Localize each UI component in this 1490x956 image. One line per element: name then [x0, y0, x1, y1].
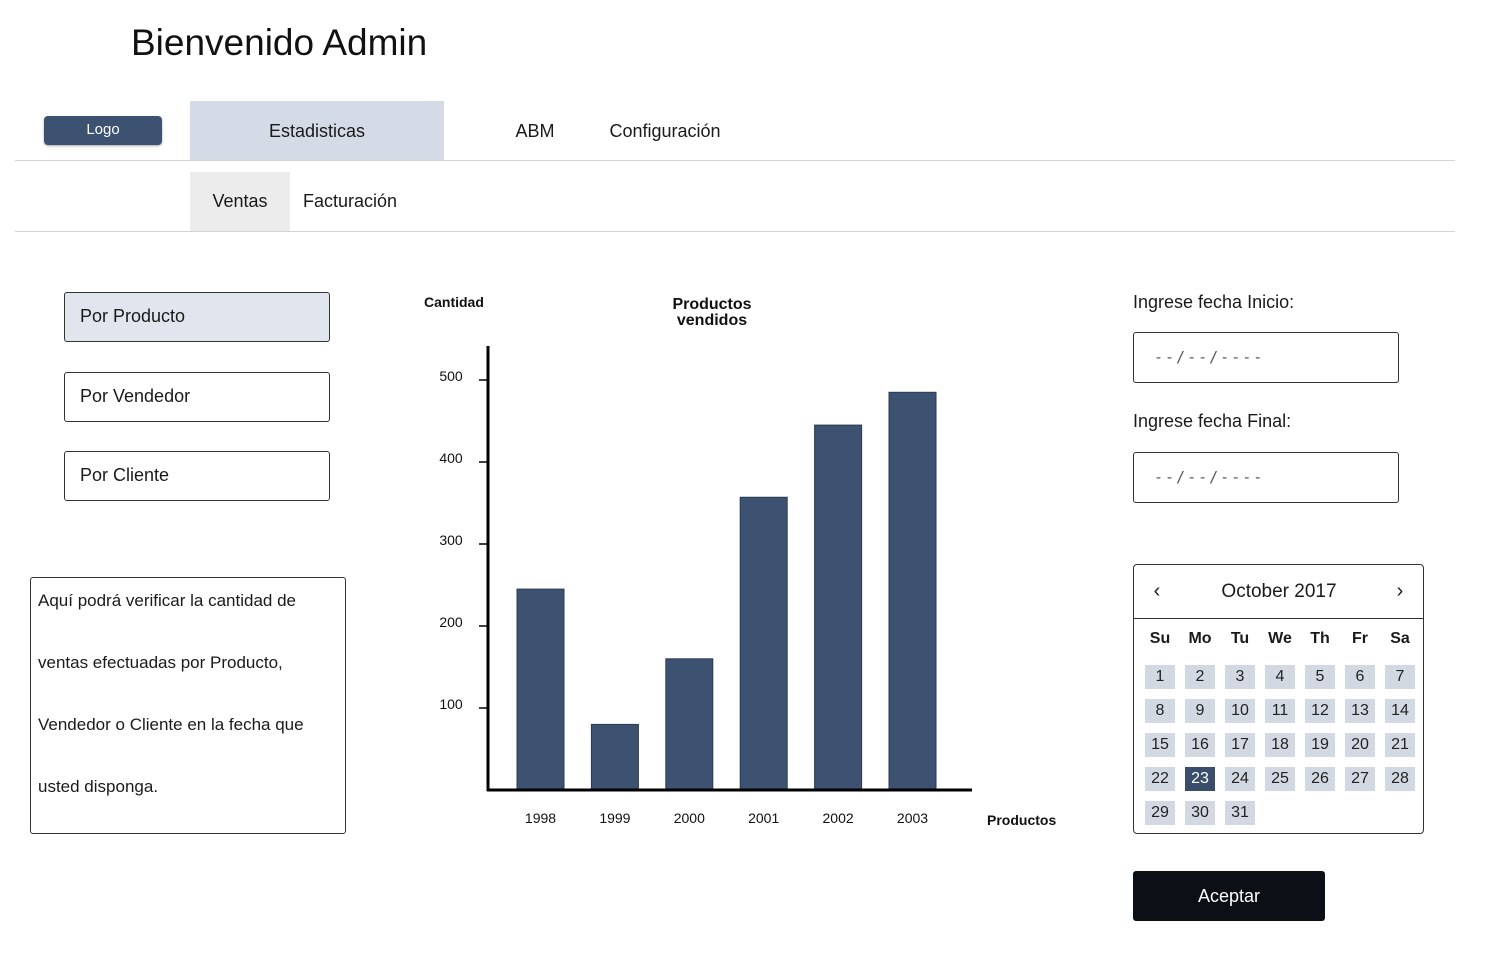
calendar-day[interactable]: 12 [1305, 699, 1335, 723]
calendar-day[interactable]: 18 [1265, 733, 1295, 757]
start-date-label: Ingrese fecha Inicio: [1133, 292, 1295, 312]
por-producto-button[interactable]: Por Producto [64, 292, 330, 342]
calendar-day[interactable]: 29 [1145, 801, 1175, 825]
calendar-day[interactable]: 31 [1225, 801, 1255, 825]
calendar-day[interactable]: 19 [1305, 733, 1335, 757]
chart-bar-2002 [814, 424, 863, 791]
chart-bar-2000 [665, 658, 714, 791]
calendar-day[interactable]: 4 [1265, 665, 1295, 689]
subtab-ventas[interactable]: Ventas [190, 172, 290, 231]
calendar-day[interactable]: 13 [1345, 699, 1375, 723]
chart-ytick-label: 400 [439, 450, 463, 466]
chart-xtick-label: 1999 [599, 810, 630, 826]
calendar-weekday-label: We [1268, 630, 1292, 647]
por-vendedor-button[interactable]: Por Vendedor [64, 372, 330, 422]
chart-bar-1998 [516, 588, 565, 791]
calendar-day[interactable]: 3 [1225, 665, 1255, 689]
end-date-input[interactable]: --/--/---- [1133, 452, 1399, 503]
calendar-day[interactable]: 26 [1305, 767, 1335, 791]
end-date-label: Ingrese fecha Final: [1133, 411, 1292, 431]
subnav-divider [15, 231, 1455, 232]
accept-button[interactable]: Aceptar [1133, 871, 1325, 921]
calendar-day[interactable]: 14 [1385, 699, 1415, 723]
info-text-line: Aquí podrá verificar la cantidad de [38, 591, 296, 610]
info-text-line: Vendedor o Cliente en la fecha que [38, 715, 304, 734]
tab-configuracion[interactable]: Configuración [600, 101, 730, 161]
calendar-day[interactable]: 28 [1385, 767, 1415, 791]
chart-ytick-label: 500 [439, 368, 463, 384]
chart-xtick-label: 2000 [674, 810, 705, 826]
calendar-weekday-label: Th [1310, 630, 1330, 647]
info-text-line: usted disponga. [38, 777, 159, 796]
calendar-day[interactable]: 20 [1345, 733, 1375, 757]
calendar-day[interactable]: 9 [1185, 699, 1215, 723]
calendar-day[interactable]: 27 [1345, 767, 1375, 791]
calendar-header-divider [1134, 618, 1423, 619]
calendar-day[interactable]: 7 [1385, 665, 1415, 689]
calendar-weekday-label: Fr [1352, 630, 1368, 647]
calendar-weekday-label: Sa [1390, 630, 1410, 647]
tab-estadisticas[interactable]: Estadisticas [190, 101, 444, 161]
calendar-day[interactable]: 11 [1265, 699, 1295, 723]
calendar-day[interactable]: 10 [1225, 699, 1255, 723]
calendar-weekday-label: Su [1149, 630, 1171, 647]
calendar-day[interactable]: 17 [1225, 733, 1255, 757]
calendar-day[interactable]: 1 [1145, 665, 1175, 689]
tab-abm[interactable]: ABM [500, 101, 570, 161]
nav-divider [15, 160, 1455, 161]
calendar-month-label: October 2017 [1221, 581, 1337, 602]
chart-xtick-label: 1998 [525, 810, 556, 826]
chart-bar-1999 [590, 723, 639, 791]
calendar-day[interactable]: 24 [1225, 767, 1255, 791]
calendar-day[interactable]: 16 [1185, 733, 1215, 757]
calendar-day[interactable]: 15 [1145, 733, 1175, 757]
chart-ytick-label: 200 [439, 614, 463, 630]
chart-xtick-label: 2003 [897, 810, 928, 826]
calendar-day[interactable]: 25 [1265, 767, 1295, 791]
calendar-weekday-label: Tu [1230, 630, 1250, 647]
chart-ytick-label: 300 [439, 532, 463, 548]
calendar-day[interactable]: 8 [1145, 699, 1175, 723]
page-title: Bienvenido Admin [131, 22, 428, 63]
calendar-day[interactable]: 22 [1145, 767, 1175, 791]
calendar-day[interactable]: 30 [1185, 801, 1215, 825]
chart-bar-2001 [739, 496, 788, 791]
por-cliente-button[interactable]: Por Cliente [64, 451, 330, 501]
chevron-right-icon[interactable]: › [1387, 580, 1413, 603]
chart-title-line-1: Productos [672, 296, 751, 313]
chevron-left-icon[interactable]: ‹ [1144, 580, 1170, 603]
calendar-day[interactable]: 6 [1345, 665, 1375, 689]
chart-xtick-label: 2002 [823, 810, 854, 826]
info-text-line: ventas efectuadas por Producto, [38, 653, 283, 672]
bar-chart: Cantidad Productos vendidos Productos 10… [424, 294, 1056, 828]
chart-xlabel: Productos [987, 812, 1056, 828]
logo-button[interactable]: Logo [44, 116, 162, 145]
chart-ytick-label: 100 [439, 696, 463, 712]
start-date-input[interactable]: --/--/---- [1133, 332, 1399, 383]
calendar-day[interactable]: 21 [1385, 733, 1415, 757]
chart-bar-2003 [888, 391, 937, 791]
calendar-day-selected[interactable]: 23 [1185, 767, 1215, 791]
calendar-weekday-label: Mo [1188, 630, 1212, 647]
calendar-day[interactable]: 2 [1185, 665, 1215, 689]
calendar-day[interactable]: 5 [1305, 665, 1335, 689]
chart-ylabel: Cantidad [424, 294, 484, 310]
chart-xtick-label: 2001 [748, 810, 779, 826]
subtab-facturacion[interactable]: Facturación [290, 172, 410, 231]
chart-title-line-2: vendidos [677, 312, 747, 329]
